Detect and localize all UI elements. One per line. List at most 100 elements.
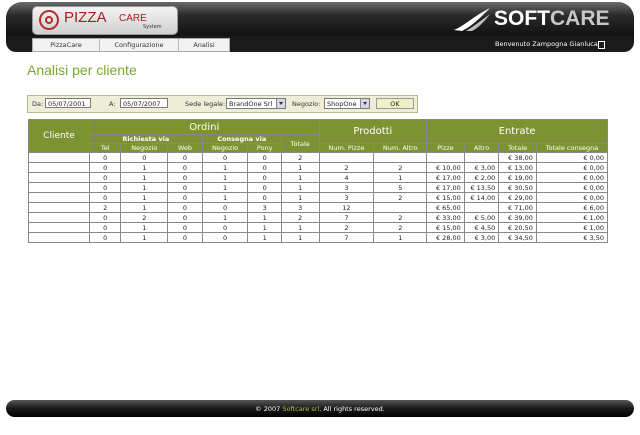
footer-link[interactable]: Softcare srl bbox=[282, 405, 319, 413]
cliente-cell[interactable] bbox=[28, 202, 90, 213]
nav-tab-analisi[interactable]: Analisi bbox=[179, 39, 229, 51]
cell-web: 0 bbox=[167, 202, 203, 213]
cell-tel: 0 bbox=[88, 212, 122, 223]
cliente-cell[interactable] bbox=[28, 192, 90, 203]
cell-pony: 0 bbox=[247, 192, 282, 203]
cell-tot: 1 bbox=[280, 162, 320, 173]
col-tel[interactable]: Tel bbox=[88, 143, 122, 153]
cliente-cell[interactable] bbox=[28, 152, 90, 163]
col-negozio[interactable]: Negozio bbox=[120, 143, 169, 153]
cell-ealtro bbox=[463, 202, 500, 213]
cell-web: 0 bbox=[167, 212, 203, 223]
col-entrate-altro[interactable]: Altro bbox=[463, 143, 500, 153]
cell-web: 0 bbox=[167, 192, 203, 203]
cliente-cell[interactable] bbox=[28, 222, 90, 233]
cell-pizze bbox=[318, 152, 375, 163]
table-row: 0 0 0 0 0 2 € 38,00 € 0,00 bbox=[28, 152, 609, 163]
nav-tab-pizzacare[interactable]: PizzaCare bbox=[33, 39, 100, 51]
cell-etot: € 34,50 bbox=[498, 232, 537, 243]
cell-etot: € 38,00 bbox=[498, 152, 537, 163]
logout-icon[interactable] bbox=[598, 41, 605, 49]
chevron-down-icon[interactable] bbox=[276, 99, 285, 108]
cell-tel: 0 bbox=[88, 222, 122, 233]
cell-web: 0 bbox=[167, 222, 203, 233]
logo-pizza-text: PIZZA bbox=[64, 9, 107, 26]
cell-econs: € 0,00 bbox=[535, 162, 609, 173]
filter-bar: Da: 05/07/2001 A: 05/07/2007 Sede legale… bbox=[27, 95, 418, 113]
cell-econs: € 0,00 bbox=[535, 182, 609, 193]
cell-web: 0 bbox=[167, 162, 203, 173]
top-bar: PIZZA CARE System SOFTCARE bbox=[6, 2, 634, 36]
table-row: 0 2 0 1 1 2 7 2 € 33,00 € 5,00 € 39,00 € 1,00 bbox=[28, 212, 609, 223]
negozio-select[interactable]: ShopOne bbox=[324, 98, 370, 109]
cell-pony: 1 bbox=[247, 212, 282, 223]
cell-web: 0 bbox=[167, 172, 203, 183]
chevron-down-icon[interactable] bbox=[360, 99, 369, 108]
date-to-input[interactable]: 05/07/2007 bbox=[120, 98, 168, 108]
cell-tot: 2 bbox=[280, 212, 320, 223]
cell-neg: 1 bbox=[120, 202, 169, 213]
table-row: 0 1 0 0 1 1 7 1 € 28,00 € 3,00 € 34,50 € 3,50 bbox=[28, 232, 609, 243]
cell-epizze: € 28,00 bbox=[426, 232, 465, 243]
footer-text: © 2007 Softcare srl. All rights reserved… bbox=[6, 405, 634, 413]
header-totale-ordini[interactable]: Totale bbox=[280, 134, 320, 153]
cell-neg: 1 bbox=[120, 182, 169, 193]
cell-tot: 1 bbox=[280, 222, 320, 233]
cliente-cell[interactable] bbox=[28, 212, 90, 223]
col-pony[interactable]: Pony bbox=[247, 143, 282, 153]
cell-econs: € 0,00 bbox=[535, 192, 609, 203]
cell-etot: € 20,50 bbox=[498, 222, 537, 233]
cliente-cell[interactable] bbox=[28, 172, 90, 183]
cell-epizze: € 17,00 bbox=[426, 182, 465, 193]
pizzacare-logo[interactable]: PIZZA CARE System bbox=[32, 6, 178, 35]
cliente-cell[interactable] bbox=[28, 232, 90, 243]
date-from-input[interactable]: 05/07/2001 bbox=[45, 98, 91, 108]
ok-button[interactable]: OK bbox=[376, 98, 414, 109]
cell-epizze: € 15,00 bbox=[426, 192, 465, 203]
a-label: A: bbox=[109, 100, 116, 108]
header-cliente[interactable]: Cliente bbox=[28, 119, 90, 153]
header-consegna-via: Consegna via bbox=[201, 134, 282, 144]
footer-copyright: © 2007 bbox=[255, 405, 283, 413]
pizzacare-logo-icon bbox=[39, 10, 59, 30]
cell-cneg: 1 bbox=[201, 162, 249, 173]
col-totale-consegna[interactable]: Totale consegna bbox=[535, 143, 609, 153]
cell-tot: 1 bbox=[280, 192, 320, 203]
cell-tel: 2 bbox=[88, 202, 122, 213]
col-web[interactable]: Web bbox=[167, 143, 203, 153]
cell-pony: 3 bbox=[247, 202, 282, 213]
cell-epizze: € 10,00 bbox=[426, 162, 465, 173]
header-richiesta-via: Richiesta via bbox=[88, 134, 203, 144]
col-entrate-totale[interactable]: Totale bbox=[498, 143, 537, 153]
sede-legale-label: Sede legale: bbox=[185, 100, 226, 108]
table-body: 0 0 0 0 0 2 € 38,00 € 0,00 0 1 0 1 0 1 2 2 € 10,00 € 3,00… bbox=[28, 152, 609, 243]
cliente-cell[interactable] bbox=[28, 162, 90, 173]
cell-etot: € 19,00 bbox=[498, 172, 537, 183]
table-row: 2 1 0 0 3 3 12 € 65,00 € 71,00 € 6,00 bbox=[28, 202, 609, 213]
cliente-cell[interactable] bbox=[28, 182, 90, 193]
sede-legale-select[interactable]: BrandOne Srl bbox=[226, 98, 286, 109]
col-consegna-negozio[interactable]: Negozio bbox=[201, 143, 249, 153]
header-prodotti: Prodotti bbox=[318, 119, 428, 144]
cell-ealtro: € 14,00 bbox=[463, 192, 500, 203]
welcome-text: Benvenuto Zampogna Gianluca bbox=[495, 40, 598, 48]
nav-tab-configurazione[interactable]: Configurazione bbox=[100, 39, 179, 51]
col-num-altro[interactable]: Num. Altro bbox=[373, 143, 428, 153]
cell-cneg: 1 bbox=[201, 212, 249, 223]
cell-tel: 0 bbox=[88, 232, 122, 243]
softcare-brand: SOFTCARE bbox=[494, 7, 610, 31]
nav-bar: PizzaCare Configurazione Analisi Benvenu… bbox=[6, 36, 634, 52]
cell-pony: 0 bbox=[247, 182, 282, 193]
col-entrate-pizze[interactable]: Pizze bbox=[426, 143, 465, 153]
col-num-pizze[interactable]: Num. Pizze bbox=[318, 143, 375, 153]
cell-altro: 2 bbox=[373, 212, 428, 223]
cell-neg: 1 bbox=[120, 162, 169, 173]
analisi-table: Cliente Ordini Prodotti Entrate Richiest… bbox=[28, 119, 609, 243]
table-row: 0 1 0 1 0 1 3 5 € 17,00 € 13,50 € 30,50 € 0,00 bbox=[28, 182, 609, 193]
footer: © 2007 Softcare srl. All rights reserved… bbox=[6, 400, 634, 417]
cell-pony: 1 bbox=[247, 222, 282, 233]
table-row: 0 1 0 1 0 1 4 1 € 17,00 € 2,00 € 19,00 € 0,00 bbox=[28, 172, 609, 183]
cell-pizze: 3 bbox=[318, 182, 375, 193]
cell-etot: € 71,00 bbox=[498, 202, 537, 213]
cell-cneg: 0 bbox=[201, 152, 249, 163]
